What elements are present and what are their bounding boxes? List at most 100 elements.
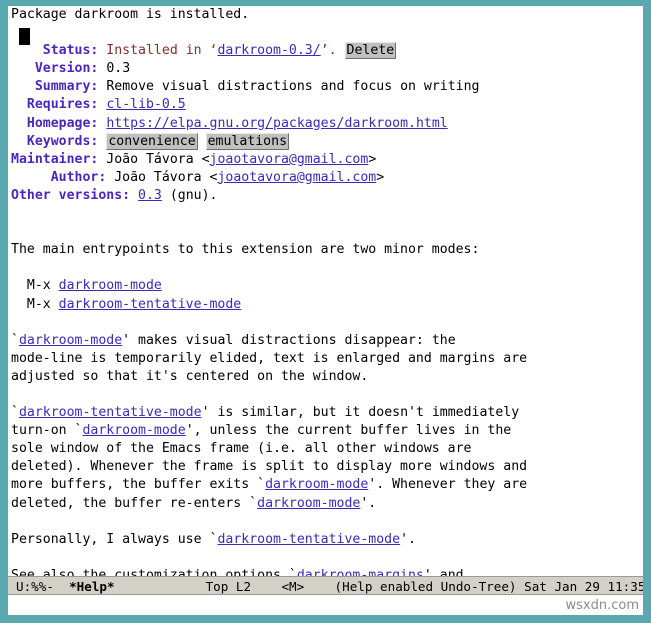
author-label: Author:: [50, 169, 107, 185]
para2-line3: sole window of the Emacs frame (i.e. all…: [11, 440, 643, 458]
text-cursor: [19, 28, 30, 45]
author-suffix: >: [376, 169, 385, 185]
para4-line1: See also the customization options `dark…: [11, 567, 643, 576]
headline: Package darkroom is installed.: [11, 6, 643, 24]
mode-line-buffer-name: *Help*: [69, 579, 115, 594]
version-label: Version:: [34, 61, 99, 77]
para2-line2-pre: turn-on `: [11, 423, 83, 439]
para2-line5-rest: '. Whenever they are: [368, 477, 528, 493]
para2-line6-rest: '.: [360, 495, 377, 511]
status-label: Status:: [42, 43, 99, 59]
summary-label: Summary:: [34, 79, 99, 95]
package-dir-link[interactable]: darkroom-0.3/: [217, 43, 320, 58]
field-maintainer: Maintainer: João Távora <joaotavora@gmai…: [11, 151, 643, 169]
field-requires: Requires: cl-lib-0.5: [11, 96, 643, 114]
darkroom-tentative-mode-link[interactable]: darkroom-tentative-mode: [217, 532, 400, 547]
darkroom-mode-link[interactable]: darkroom-mode: [257, 496, 360, 511]
mode-line-position: Top L2: [205, 579, 252, 594]
command-prefix: M-x: [11, 278, 59, 294]
field-summary: Summary: Remove visual distractions and …: [11, 78, 643, 96]
darkroom-margins-link[interactable]: darkroom-margins: [297, 568, 424, 576]
backquote: `: [11, 405, 19, 421]
status-value: Installed in ‘darkroom-0.3/’.: [106, 43, 344, 58]
backquote: `: [11, 332, 19, 348]
delete-button[interactable]: Delete: [344, 42, 397, 60]
para2-line4: deleted). Whenever the frame is split to…: [11, 458, 643, 476]
darkroom-mode-link[interactable]: darkroom-mode: [82, 423, 185, 438]
author-email-link[interactable]: joaotavora@gmail.com: [217, 170, 376, 185]
status-value-suffix: ’.: [320, 43, 345, 59]
other-versions-label: Other versions:: [11, 187, 131, 203]
para3: Personally, I always use `darkroom-tenta…: [11, 531, 643, 549]
darkroom-mode-link[interactable]: darkroom-mode: [59, 278, 162, 293]
para2-line5: more buffers, the buffer exits `darkroom…: [11, 476, 643, 494]
keyword-button-emulations[interactable]: emulations: [205, 132, 290, 150]
echo-area[interactable]: wsxdn.com: [8, 595, 643, 615]
field-other-versions: Other versions: 0.3 (gnu).: [11, 187, 643, 205]
para1-line1: `darkroom-mode' makes visual distraction…: [11, 332, 643, 350]
para2-line2-rest: ', unless the current buffer lives in th…: [185, 423, 512, 439]
mode-line-input-method: <M>: [281, 579, 305, 594]
darkroom-mode-link[interactable]: darkroom-mode: [19, 333, 122, 348]
author-name: João Távora <: [114, 169, 218, 185]
para3-rest: '.: [400, 531, 416, 547]
para2-line4-text: deleted). Whenever the frame is split to…: [11, 459, 528, 475]
other-versions-suffix: (gnu).: [161, 187, 218, 203]
para2-line1: `darkroom-tentative-mode' is similar, bu…: [11, 404, 643, 422]
command-prefix: M-x: [11, 296, 59, 312]
para2-line1-rest: ' is similar, but it doesn't immediately: [201, 405, 520, 421]
field-keywords: Keywords: convenience emulations: [11, 132, 643, 151]
para1-line3-text: adjusted so that it's centered on the wi…: [11, 368, 369, 384]
homepage-link[interactable]: https://elpa.gnu.org/packages/darkroom.h…: [106, 116, 447, 131]
para2-line2: turn-on `darkroom-mode', unless the curr…: [11, 422, 643, 440]
version-value: 0.3: [106, 61, 131, 77]
field-homepage: Homepage: https://elpa.gnu.org/packages/…: [11, 115, 643, 133]
status-value-prefix: Installed in ‘: [106, 43, 218, 59]
darkroom-tentative-mode-link[interactable]: darkroom-tentative-mode: [59, 297, 242, 312]
watermark: wsxdn.com: [565, 598, 640, 613]
darkroom-tentative-mode-link[interactable]: darkroom-tentative-mode: [19, 405, 202, 420]
para4-line1-pre: See also the customization options `: [11, 567, 297, 576]
para2-line6-pre: deleted, the buffer re-enters `: [11, 495, 258, 511]
keywords-label: Keywords:: [26, 133, 99, 149]
para1-line2-text: mode-line is temporarily elided, text is…: [11, 350, 528, 366]
para3-pre: Personally, I always use `: [11, 531, 218, 547]
headline-text: Package darkroom is installed.: [11, 7, 250, 22]
maintainer-suffix: >: [368, 151, 377, 167]
mode-line[interactable]: U:%%- *Help* Top L2 <M> (Help enabled Un…: [8, 576, 643, 595]
darkroom-mode-link[interactable]: darkroom-mode: [265, 477, 368, 492]
emacs-frame: Package darkroom is installed. Status: I…: [0, 0, 651, 623]
para1-line1-rest: ' makes visual distractions disappear: t…: [122, 332, 456, 348]
para2-line6: deleted, the buffer re-enters `darkroom-…: [11, 495, 643, 513]
requires-link[interactable]: cl-lib-0.5: [106, 97, 185, 112]
maintainer-name: João Távora <: [106, 151, 210, 167]
keyword-button-convenience[interactable]: convenience: [106, 132, 198, 150]
para4-line1-rest: ' and: [423, 567, 464, 576]
maintainer-label: Maintainer:: [11, 151, 99, 167]
requires-label: Requires:: [26, 97, 99, 113]
body-intro: The main entrypoints to this extension a…: [11, 241, 643, 259]
mode-line-minor-modes: (Help enabled Undo-Tree): [334, 579, 517, 594]
command-line-2: M-x darkroom-tentative-mode: [11, 296, 643, 314]
para1-line2: mode-line is temporarily elided, text is…: [11, 350, 643, 368]
maintainer-email-link[interactable]: joaotavora@gmail.com: [210, 152, 369, 167]
para2-line3-text: sole window of the Emacs frame (i.e. all…: [11, 441, 472, 457]
command-line-1: M-x darkroom-mode: [11, 277, 643, 295]
mode-line-indicators: U:%%-: [16, 579, 54, 594]
field-version: Version: 0.3: [11, 60, 643, 78]
para2-line5-pre: more buffers, the buffer exits `: [11, 477, 266, 493]
help-buffer[interactable]: Package darkroom is installed. Status: I…: [8, 6, 643, 576]
field-status: Status: Installed in ‘darkroom-0.3/’. De…: [11, 42, 643, 60]
body-intro-text: The main entrypoints to this extension a…: [11, 242, 480, 258]
field-author: Author: João Távora <joaotavora@gmail.co…: [11, 169, 643, 187]
para1-line3: adjusted so that it's centered on the wi…: [11, 368, 643, 386]
other-version-link[interactable]: 0.3: [138, 188, 162, 203]
